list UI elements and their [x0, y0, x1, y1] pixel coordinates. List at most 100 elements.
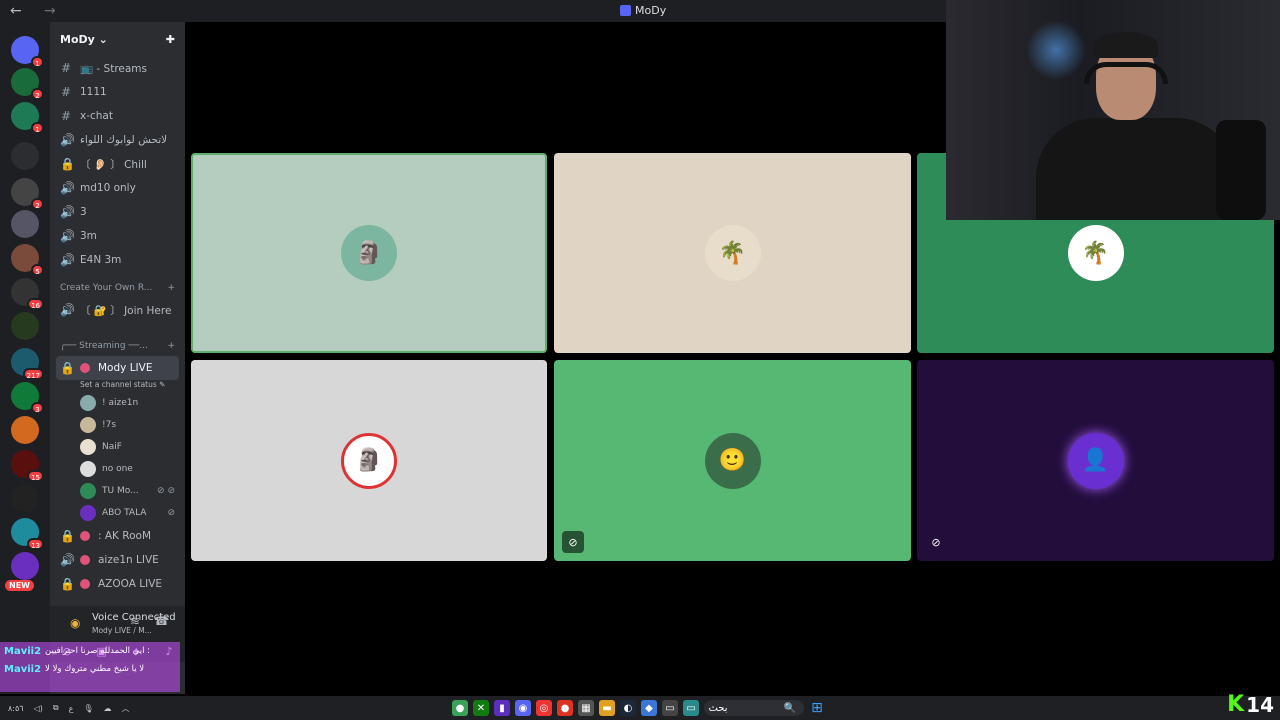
participant-tile[interactable]: 🗿 [191, 153, 547, 353]
voice-user[interactable]: NaiF [50, 436, 185, 458]
server-icon[interactable]: 13 [11, 518, 44, 550]
app-logo-icon [620, 5, 631, 16]
voice-user[interactable]: no one [50, 458, 185, 480]
server-icon[interactable]: 2 [11, 178, 44, 210]
forward-icon[interactable]: → [44, 3, 68, 19]
channel-label: 〔 🔐 〕 Join Here [80, 304, 172, 317]
channel-item[interactable]: 🔊 3 [50, 200, 185, 224]
server-icon[interactable]: 15 [11, 450, 44, 482]
add-channel-icon[interactable]: + [167, 283, 175, 293]
server-icon[interactable] [11, 484, 39, 512]
window-title-text: MoDy [635, 4, 667, 17]
taskbar: ٨:٥٦ ◁) ⧉ ع 🎙 ☁ ︿ ● ✕ ▮ ◉ ◎ ● ▦ ▬ ◐ ◆ ▭ ▭ بحث … [0, 692, 1280, 720]
chevron-down-icon: ⌄ [98, 32, 108, 46]
tray-item[interactable]: ︿ [122, 703, 130, 714]
channel-status[interactable]: Set a channel status ✎ [50, 380, 185, 392]
server-icon[interactable]: 217 [11, 348, 44, 380]
new-badge: NEW [5, 580, 34, 591]
server-icon[interactable]: 3 [11, 382, 44, 414]
system-tray: ٨:٥٦ ◁) ⧉ ع 🎙 ☁ ︿ [8, 696, 130, 720]
disconnect-icon[interactable]: ☎ [154, 614, 169, 628]
user-name: !7s [102, 420, 117, 430]
participant-tile[interactable]: 🙂 ⊘ [554, 360, 911, 561]
tray-item[interactable]: ◁) [34, 704, 43, 713]
server-icon[interactable] [11, 312, 39, 340]
channel-item[interactable]: 🔒 AZOOA LIVE [50, 572, 185, 596]
voice-user[interactable]: ! aize1n [50, 392, 185, 414]
channel-item[interactable]: 🔊 aize1n LIVE [50, 548, 185, 572]
guild-header[interactable]: MoDy ⌄ ✚ [50, 22, 185, 56]
discord-icon[interactable]: ◉ [515, 700, 531, 716]
participant-tile[interactable]: 🌴 [554, 153, 911, 353]
server-icon[interactable] [11, 416, 39, 444]
channel-icon: 🔒 [60, 157, 75, 171]
channel-item[interactable]: 🔊 md10 only [50, 176, 185, 200]
avatar [80, 461, 96, 477]
channel-item[interactable]: 🔊 3m [50, 224, 185, 248]
voice-user[interactable]: TU Mo... ⊘ ⊘ [50, 480, 185, 502]
channel-item[interactable]: 🔊 E4N 3m [50, 248, 185, 272]
channel-item[interactable]: # x-chat [50, 104, 185, 128]
chrome-icon[interactable]: ◎ [536, 700, 552, 716]
notification-badge: 1 [31, 122, 44, 134]
add-member-icon[interactable]: ✚ [166, 33, 175, 46]
twitch-icon[interactable]: ▮ [494, 700, 510, 716]
channel-item[interactable]: # 📺 - Streams [50, 56, 185, 80]
app-icon[interactable]: ● [452, 700, 468, 716]
notification-badge: 3 [31, 402, 44, 414]
category-streaming[interactable]: ╭── Streaming ──... + [50, 336, 185, 356]
voice-connected-subtitle[interactable]: Mody LIVE / M... [92, 626, 152, 635]
speaker-icon: 🔊 [60, 303, 75, 317]
streamer-body [1036, 118, 1236, 220]
channel-icon: 🔊 [60, 553, 75, 567]
channel-list: # 📺 - Streams #1111 # x-chat 🔊 لاتحش لوابوك ال… [50, 56, 185, 272]
channel-item[interactable]: 🔒 〔 👂🏻 〕 Chill [50, 152, 185, 176]
search-input[interactable]: بحث 🔍 [704, 700, 804, 716]
server-icon[interactable] [11, 210, 39, 238]
tray-item[interactable]: 🎙 [83, 704, 93, 713]
category-label: ╭── Streaming ──... [60, 341, 148, 351]
tray-item[interactable]: ع [69, 704, 74, 713]
voice-user[interactable]: ABO TALA ⊘ [50, 502, 185, 524]
participant-tile[interactable]: 🗿 [191, 360, 547, 561]
back-icon[interactable]: ← [10, 3, 34, 19]
server-icon[interactable]: 16 [11, 278, 44, 310]
channel-join-here[interactable]: 🔊 〔 🔐 〕 Join Here [50, 298, 185, 322]
channel-item[interactable]: 🔊 لاتحش لوابوك اللواء [50, 128, 185, 152]
user-name: no one [102, 464, 133, 474]
server-icon[interactable] [11, 142, 39, 170]
channel-icon: 🔒 [60, 529, 75, 543]
app-icon[interactable]: ▭ [662, 700, 678, 716]
kick-logo: K [1227, 692, 1245, 717]
folder-icon[interactable]: ▬ [599, 700, 615, 716]
recorder-icon[interactable]: ● [557, 700, 573, 716]
app-icon[interactable]: ◆ [641, 700, 657, 716]
participant-avatar: 🙂 [704, 432, 761, 489]
channel-icon: 🔒 [60, 577, 75, 591]
server-icon[interactable]: 5 [11, 244, 44, 276]
tray-item[interactable]: ☁ [104, 704, 112, 713]
user-status-icons: ⊘ [167, 508, 175, 518]
server-icon[interactable]: 1 [11, 36, 44, 68]
notification-badge: 16 [27, 298, 44, 310]
channel-mody-live[interactable]: 🔒 Mody LIVE [56, 356, 179, 380]
xbox-icon[interactable]: ✕ [473, 700, 489, 716]
noise-suppression-icon[interactable]: ≋ [130, 614, 140, 628]
channel-item[interactable]: #1111 [50, 80, 185, 104]
channel-item[interactable]: 🔒: AK RooM [50, 524, 185, 548]
app-icon[interactable]: ▭ [683, 700, 699, 716]
participant-tile[interactable]: 👤 ⊘ [917, 360, 1274, 561]
add-channel-icon[interactable]: + [167, 341, 175, 351]
server-icon[interactable]: 1 [11, 102, 44, 134]
signal-icon[interactable]: ◉ [70, 616, 80, 630]
server-icon[interactable]: 2 [11, 68, 44, 100]
calendar-icon[interactable]: ▦ [578, 700, 594, 716]
voice-user[interactable]: !7s [50, 414, 185, 436]
steam-icon[interactable]: ◐ [620, 700, 636, 716]
tray-item[interactable]: ٨:٥٦ [8, 704, 24, 713]
windows-icon[interactable]: ⊞ [809, 700, 825, 716]
lock-icon: 🔒 [60, 361, 75, 375]
category-create-room[interactable]: Create Your Own R... + [50, 278, 185, 298]
server-icon[interactable]: NEW [5, 552, 39, 591]
tray-item[interactable]: ⧉ [53, 703, 59, 713]
